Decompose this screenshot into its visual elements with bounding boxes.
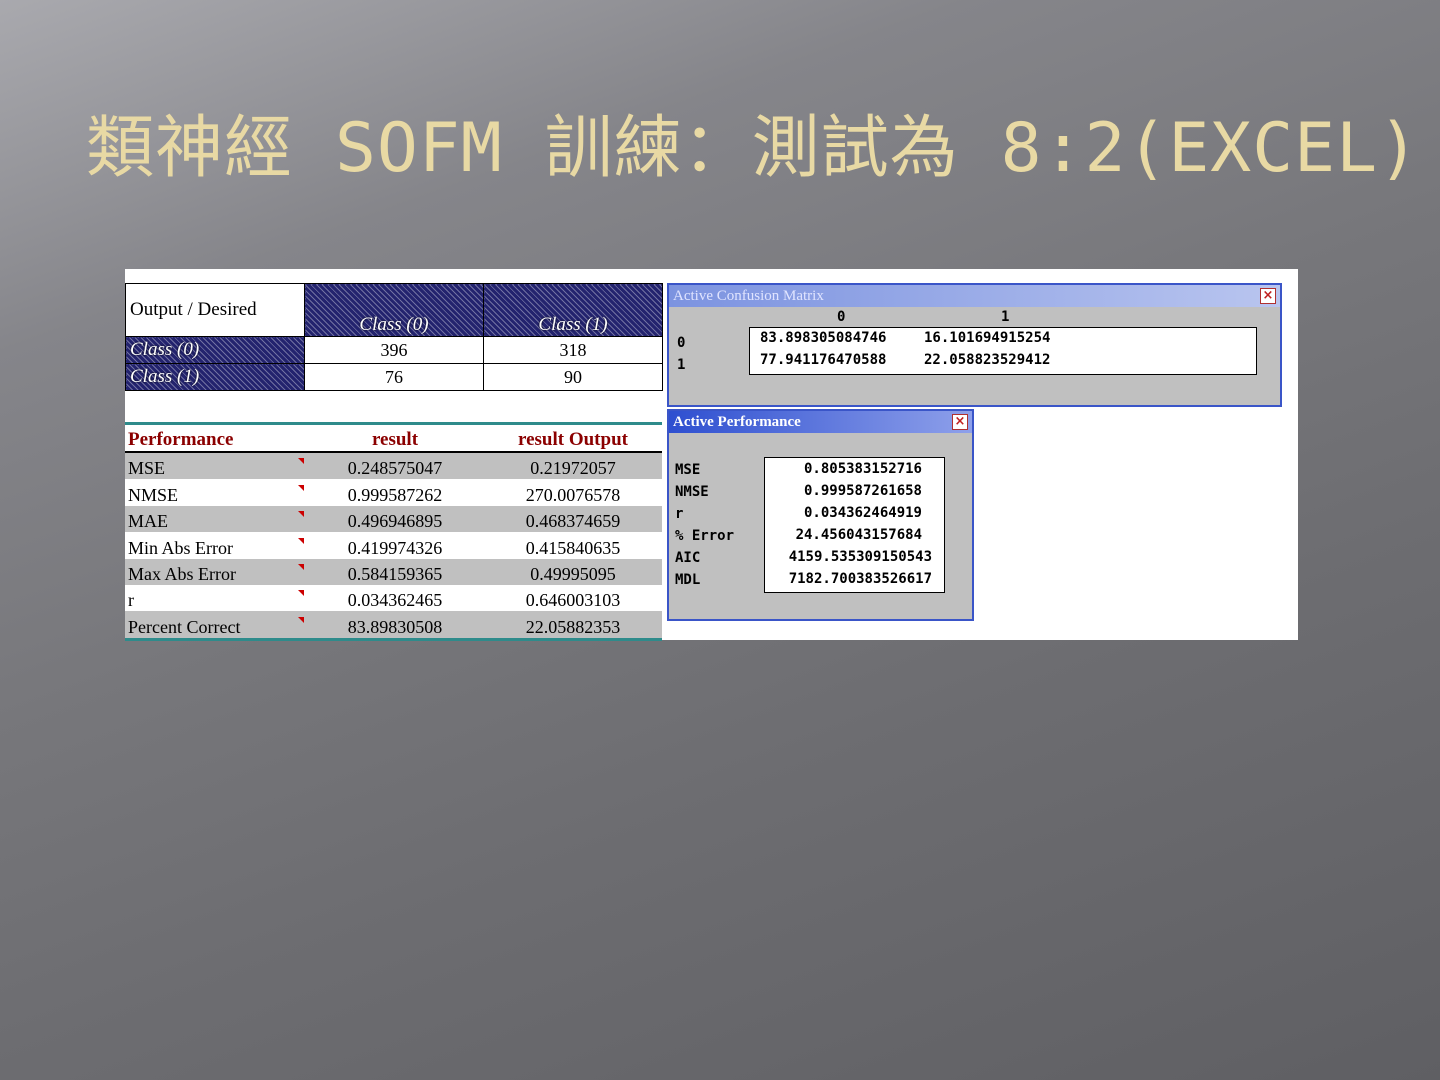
perf-label-nmse: NMSE <box>675 484 709 500</box>
confusion-matrix-window[interactable]: Active Confusion Matrix × 0 1 0 1 83.898… <box>667 283 1282 407</box>
col-header-class-1: Class (1) <box>483 283 663 337</box>
screenshot-panel: Output / Desired Class (0) Class (1) Cla… <box>125 269 1298 641</box>
cell-1-1[interactable]: 90 <box>483 363 663 391</box>
perf-label-aic: AIC <box>675 550 701 566</box>
output-cell[interactable]: 22.05882353 <box>484 617 662 638</box>
row-label: NMSE <box>128 484 179 505</box>
header-result: result <box>371 429 419 450</box>
matrix-cell-1-1: 22.058823529412 <box>924 352 1051 368</box>
row-label-0: 0 <box>677 335 686 351</box>
cell-1-0[interactable]: 76 <box>304 363 484 391</box>
row-label: Percent Correct <box>128 616 241 637</box>
output-cell[interactable]: 0.49995095 <box>484 564 662 585</box>
confusion-matrix-title: Active Confusion Matrix <box>673 288 824 304</box>
row-label: MSE <box>128 458 166 479</box>
result-cell[interactable]: 0.999587262 <box>306 485 484 506</box>
matrix-cell-1-0: 77.941176470588 <box>760 352 887 368</box>
perf-label-mdl: MDL <box>675 572 701 588</box>
comment-marker-icon[interactable] <box>298 590 304 597</box>
perf-value-mse: 0.805383152716 <box>803 461 922 477</box>
col-header-class-0: Class (0) <box>304 283 484 337</box>
row-label: Min Abs Error <box>128 537 233 558</box>
table-row[interactable]: r 0.034362465 0.646003103 <box>125 584 662 612</box>
performance-header-row: Performance result result Output <box>125 425 662 453</box>
output-cell[interactable]: 0.468374659 <box>484 511 662 532</box>
table-row[interactable]: MAE 0.496946895 0.468374659 <box>125 505 662 533</box>
table-row[interactable]: Min Abs Error 0.419974326 0.415840635 <box>125 532 662 559</box>
output-cell[interactable]: 0.646003103 <box>484 590 662 611</box>
confusion-matrix-grid: 83.898305084746 16.101694915254 77.94117… <box>749 327 1257 375</box>
col-label-1: 1 <box>1001 309 1010 325</box>
confusion-matrix-titlebar[interactable]: Active Confusion Matrix × <box>669 285 1280 307</box>
row-header-class-1: Class (1) <box>125 363 305 391</box>
matrix-cell-0-1: 16.101694915254 <box>924 330 1051 346</box>
comment-marker-icon[interactable] <box>298 458 304 465</box>
row-label: r <box>128 590 134 611</box>
table-row[interactable]: Percent Correct 83.89830508 22.05882353 <box>125 611 662 638</box>
result-cell[interactable]: 83.89830508 <box>306 617 484 638</box>
cell-0-0[interactable]: 396 <box>304 336 484 364</box>
corner-label: Output / Desired <box>125 283 305 337</box>
comment-marker-icon[interactable] <box>298 616 304 623</box>
perf-value-aic: 4159.535309150543 <box>788 549 932 565</box>
performance-title: Active Performance <box>673 414 801 430</box>
row-label: Max Abs Error <box>128 563 236 584</box>
close-icon[interactable]: × <box>1260 288 1276 304</box>
excel-performance-table: Performance result result Output MSE 0.2… <box>125 422 662 641</box>
perf-value-error: 24.456043157684 <box>795 527 922 543</box>
excel-confusion-table: Output / Desired Class (0) Class (1) Cla… <box>125 283 663 391</box>
perf-label-r: r <box>675 506 684 522</box>
output-cell[interactable]: 270.0076578 <box>484 485 662 506</box>
perf-value-mdl: 7182.700383526617 <box>788 571 932 587</box>
output-cell[interactable]: 0.21972057 <box>484 458 662 479</box>
perf-label-mse: MSE <box>675 462 701 478</box>
table-row[interactable]: MSE 0.248575047 0.21972057 <box>125 453 662 480</box>
table-row[interactable]: Max Abs Error 0.584159365 0.49995095 <box>125 558 662 585</box>
header-performance: Performance <box>128 429 234 450</box>
comment-marker-icon[interactable] <box>298 511 304 518</box>
slide-title: 類神經 SOFM 訓練：測試為 8:2(EXCEL) <box>86 109 1420 188</box>
result-cell[interactable]: 0.584159365 <box>306 564 484 585</box>
comment-marker-icon[interactable] <box>298 484 304 491</box>
result-cell[interactable]: 0.419974326 <box>306 538 484 559</box>
close-icon[interactable]: × <box>952 414 968 430</box>
output-cell[interactable]: 0.415840635 <box>484 538 662 559</box>
matrix-cell-0-0: 83.898305084746 <box>760 330 887 346</box>
table-row[interactable]: NMSE 0.999587262 270.0076578 <box>125 479 662 506</box>
result-cell[interactable]: 0.248575047 <box>306 458 484 479</box>
row-label: MAE <box>128 511 168 532</box>
perf-value-r: 0.034362464919 <box>803 505 922 521</box>
header-result-output: result Output <box>518 429 628 450</box>
performance-titlebar[interactable]: Active Performance × <box>669 411 972 433</box>
cell-0-1[interactable]: 318 <box>483 336 663 364</box>
row-label-1: 1 <box>677 357 686 373</box>
row-header-class-0: Class (0) <box>125 336 305 364</box>
comment-marker-icon[interactable] <box>298 537 304 544</box>
result-cell[interactable]: 0.496946895 <box>306 511 484 532</box>
perf-label-error: % Error <box>675 528 735 544</box>
performance-window[interactable]: Active Performance × MSE NMSE r % Error … <box>667 409 974 621</box>
perf-value-nmse: 0.999587261658 <box>803 483 922 499</box>
result-cell[interactable]: 0.034362465 <box>306 590 484 611</box>
col-label-0: 0 <box>837 309 846 325</box>
comment-marker-icon[interactable] <box>298 563 304 570</box>
performance-values-box: 0.805383152716 0.999587261658 0.03436246… <box>764 457 945 593</box>
